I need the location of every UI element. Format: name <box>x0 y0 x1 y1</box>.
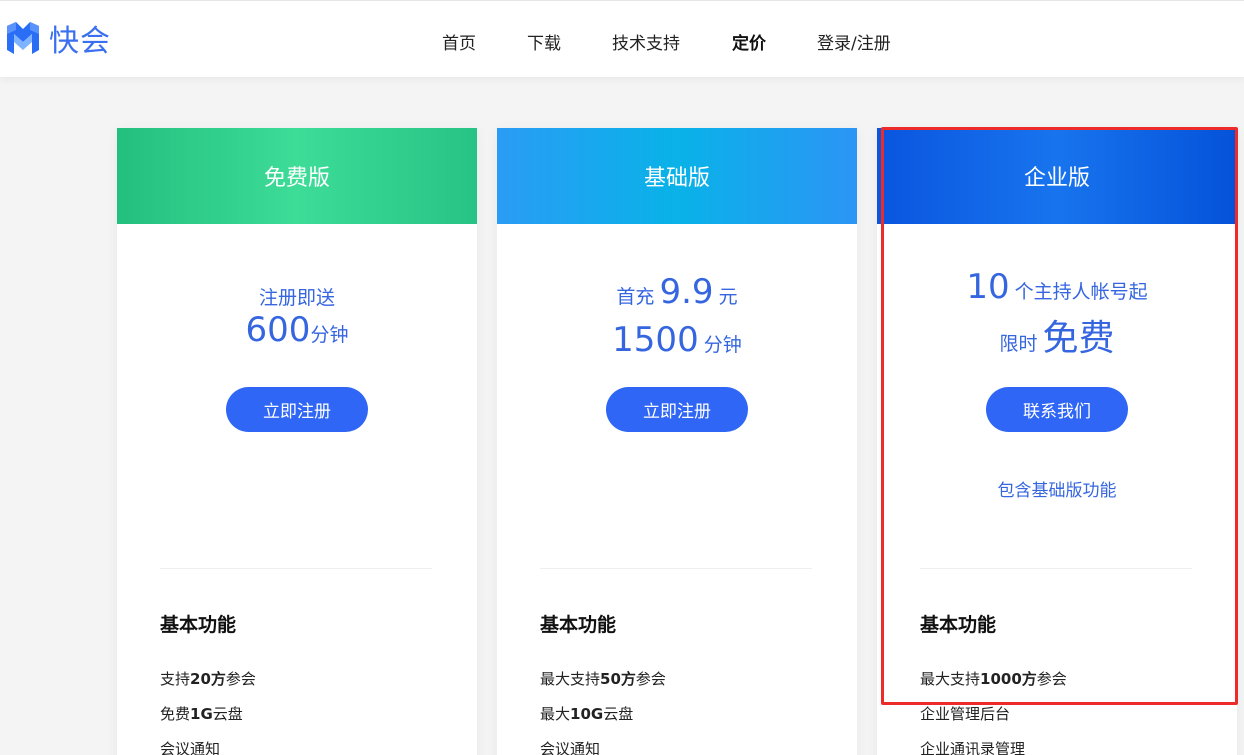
plan-price-free: 注册即送 600分钟 <box>117 286 477 356</box>
feature-item: 支持20方参会 <box>160 670 256 688</box>
feature-list: 最大支持50方参会 最大10G云盘 会议通知 <box>540 671 666 755</box>
price-prefix: 首充 <box>616 286 655 308</box>
plan-price-basic: 首充 9.9 元 1500 分钟 <box>497 272 857 368</box>
features-title: 基本功能 <box>540 614 617 636</box>
feature-list: 最大支持1000方参会 企业管理后台 企业通讯录管理 <box>920 671 1067 755</box>
price-amount-recharge: 9.9 <box>659 272 714 312</box>
feature-item: 会议通知 <box>540 740 601 755</box>
top-header: 快会 首页 下载 技术支持 定价 登录/注册 <box>0 0 1244 77</box>
divider <box>160 568 432 569</box>
price-amount: 600 <box>245 310 311 350</box>
limited-time-label: 限时 <box>999 333 1038 355</box>
features-title: 基本功能 <box>160 614 237 636</box>
free-label: 免费 <box>1042 318 1115 359</box>
plan-header-enterprise: 企业版 <box>877 128 1237 224</box>
contact-us-button[interactable]: 联系我们 <box>986 387 1128 432</box>
plan-header-basic: 基础版 <box>497 128 857 224</box>
price-line-1: 注册即送 <box>258 287 335 309</box>
includes-basic-note: 包含基础版功能 <box>997 481 1117 501</box>
nav-download[interactable]: 下载 <box>527 29 561 54</box>
register-button[interactable]: 立即注册 <box>226 387 368 432</box>
feature-item: 企业通讯录管理 <box>920 740 1026 755</box>
plan-card-basic: 基础版 首充 9.9 元 1500 分钟 立即注册 基本功能 最大支持50方参会… <box>497 128 857 755</box>
feature-item: 最大支持1000方参会 <box>920 670 1067 688</box>
feature-item: 会议通知 <box>160 740 221 755</box>
feature-item: 免费1G云盘 <box>160 705 243 723</box>
plan-name: 基础版 <box>643 166 710 191</box>
feature-item: 最大10G云盘 <box>540 705 634 723</box>
register-button[interactable]: 立即注册 <box>606 387 748 432</box>
nav-pricing[interactable]: 定价 <box>732 29 766 54</box>
divider <box>540 568 812 569</box>
feature-list: 支持20方参会 免费1G云盘 会议通知 <box>160 671 256 755</box>
feature-item: 企业管理后台 <box>920 705 1011 723</box>
features-title: 基本功能 <box>920 614 997 636</box>
price-amount: 1500 <box>612 320 699 360</box>
plan-header-free: 免费版 <box>117 128 477 224</box>
nav-login-register[interactable]: 登录/注册 <box>817 29 891 54</box>
nav-support[interactable]: 技术支持 <box>612 29 680 54</box>
host-account-text: 个主持人帐号起 <box>1014 281 1148 303</box>
plan-card-free: 免费版 注册即送 600分钟 立即注册 基本功能 支持20方参会 免费1G云盘 … <box>117 128 477 755</box>
price-unit: 分钟 <box>310 324 349 346</box>
price-currency: 元 <box>718 286 738 308</box>
feature-item: 最大支持50方参会 <box>540 670 666 688</box>
nav-home[interactable]: 首页 <box>442 29 476 54</box>
plan-card-enterprise: 企业版 10 个主持人帐号起 限时 免费 联系我们 包含基础版功能 基本功能 最… <box>877 128 1237 755</box>
plan-name: 企业版 <box>1023 166 1090 191</box>
plan-price-enterprise: 10 个主持人帐号起 限时 免费 <box>877 264 1237 368</box>
main-nav: 首页 下载 技术支持 定价 登录/注册 <box>0 1 1244 78</box>
price-unit: 分钟 <box>703 334 742 356</box>
divider <box>920 568 1192 569</box>
host-account-count: 10 <box>966 267 1010 307</box>
plan-name: 免费版 <box>263 166 330 191</box>
